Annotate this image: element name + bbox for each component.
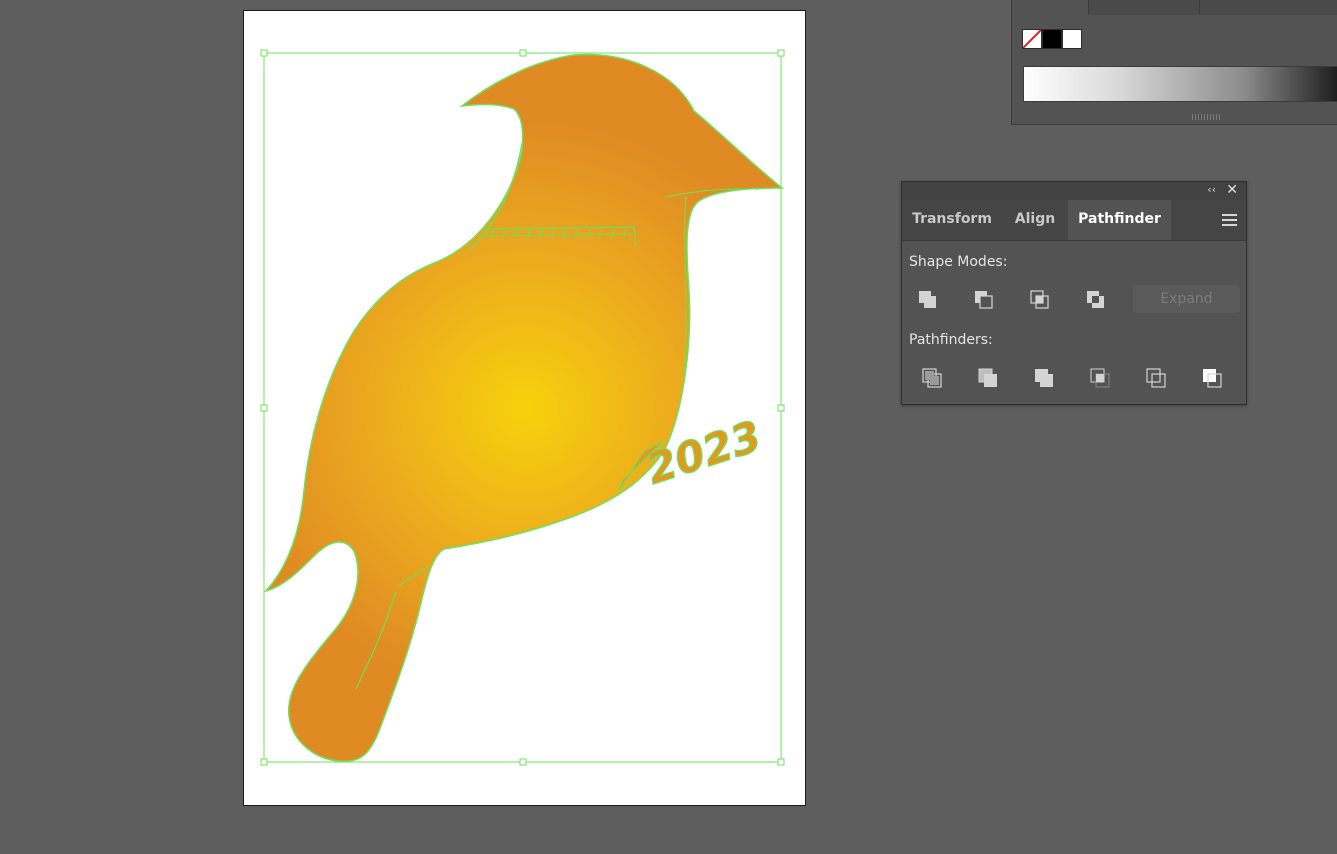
panel-title-bar[interactable]: ‹‹ ✕: [902, 182, 1246, 200]
none-slash-icon: [1023, 30, 1041, 48]
gradient-panel: [1011, 0, 1337, 125]
expand-button[interactable]: Expand: [1133, 285, 1240, 313]
none-swatch[interactable]: [1022, 29, 1042, 49]
artboard[interactable]: 2023: [243, 10, 806, 806]
intersect-icon[interactable]: [1026, 286, 1054, 314]
pathfinders-label: Pathfinders:: [909, 332, 993, 348]
collapse-icon[interactable]: ‹‹: [1207, 183, 1216, 196]
close-icon[interactable]: ✕: [1226, 182, 1238, 198]
exclude-icon[interactable]: [1082, 286, 1110, 314]
gradient-slider[interactable]: [1023, 66, 1337, 102]
tab-transform[interactable]: Transform: [902, 200, 1002, 240]
gradient-panel-header: [1088, 0, 1337, 15]
panel-menu-icon[interactable]: [1222, 214, 1237, 226]
panel-resize-grip[interactable]: [1192, 114, 1220, 120]
tab-pathfinder[interactable]: Pathfinder: [1068, 200, 1171, 240]
merge-icon[interactable]: [1030, 364, 1058, 392]
pathfinder-panel: ‹‹ ✕ Transform Align Pathfinder Shape Mo…: [901, 181, 1247, 405]
outline-icon[interactable]: [1142, 364, 1170, 392]
bird-shape[interactable]: [263, 53, 785, 763]
crop-icon[interactable]: [1086, 364, 1114, 392]
divide-icon[interactable]: [918, 364, 946, 392]
unite-icon[interactable]: [914, 286, 942, 314]
white-swatch[interactable]: [1062, 29, 1082, 49]
panel-tabs: Transform Align Pathfinder: [902, 200, 1246, 241]
shape-modes-label: Shape Modes:: [909, 254, 1008, 270]
tab-align[interactable]: Align: [1002, 200, 1068, 240]
minus-front-icon[interactable]: [970, 286, 998, 314]
bird-artwork[interactable]: 2023: [244, 11, 807, 807]
trim-icon[interactable]: [974, 364, 1002, 392]
black-swatch[interactable]: [1042, 29, 1062, 49]
minus-back-icon[interactable]: [1198, 364, 1226, 392]
